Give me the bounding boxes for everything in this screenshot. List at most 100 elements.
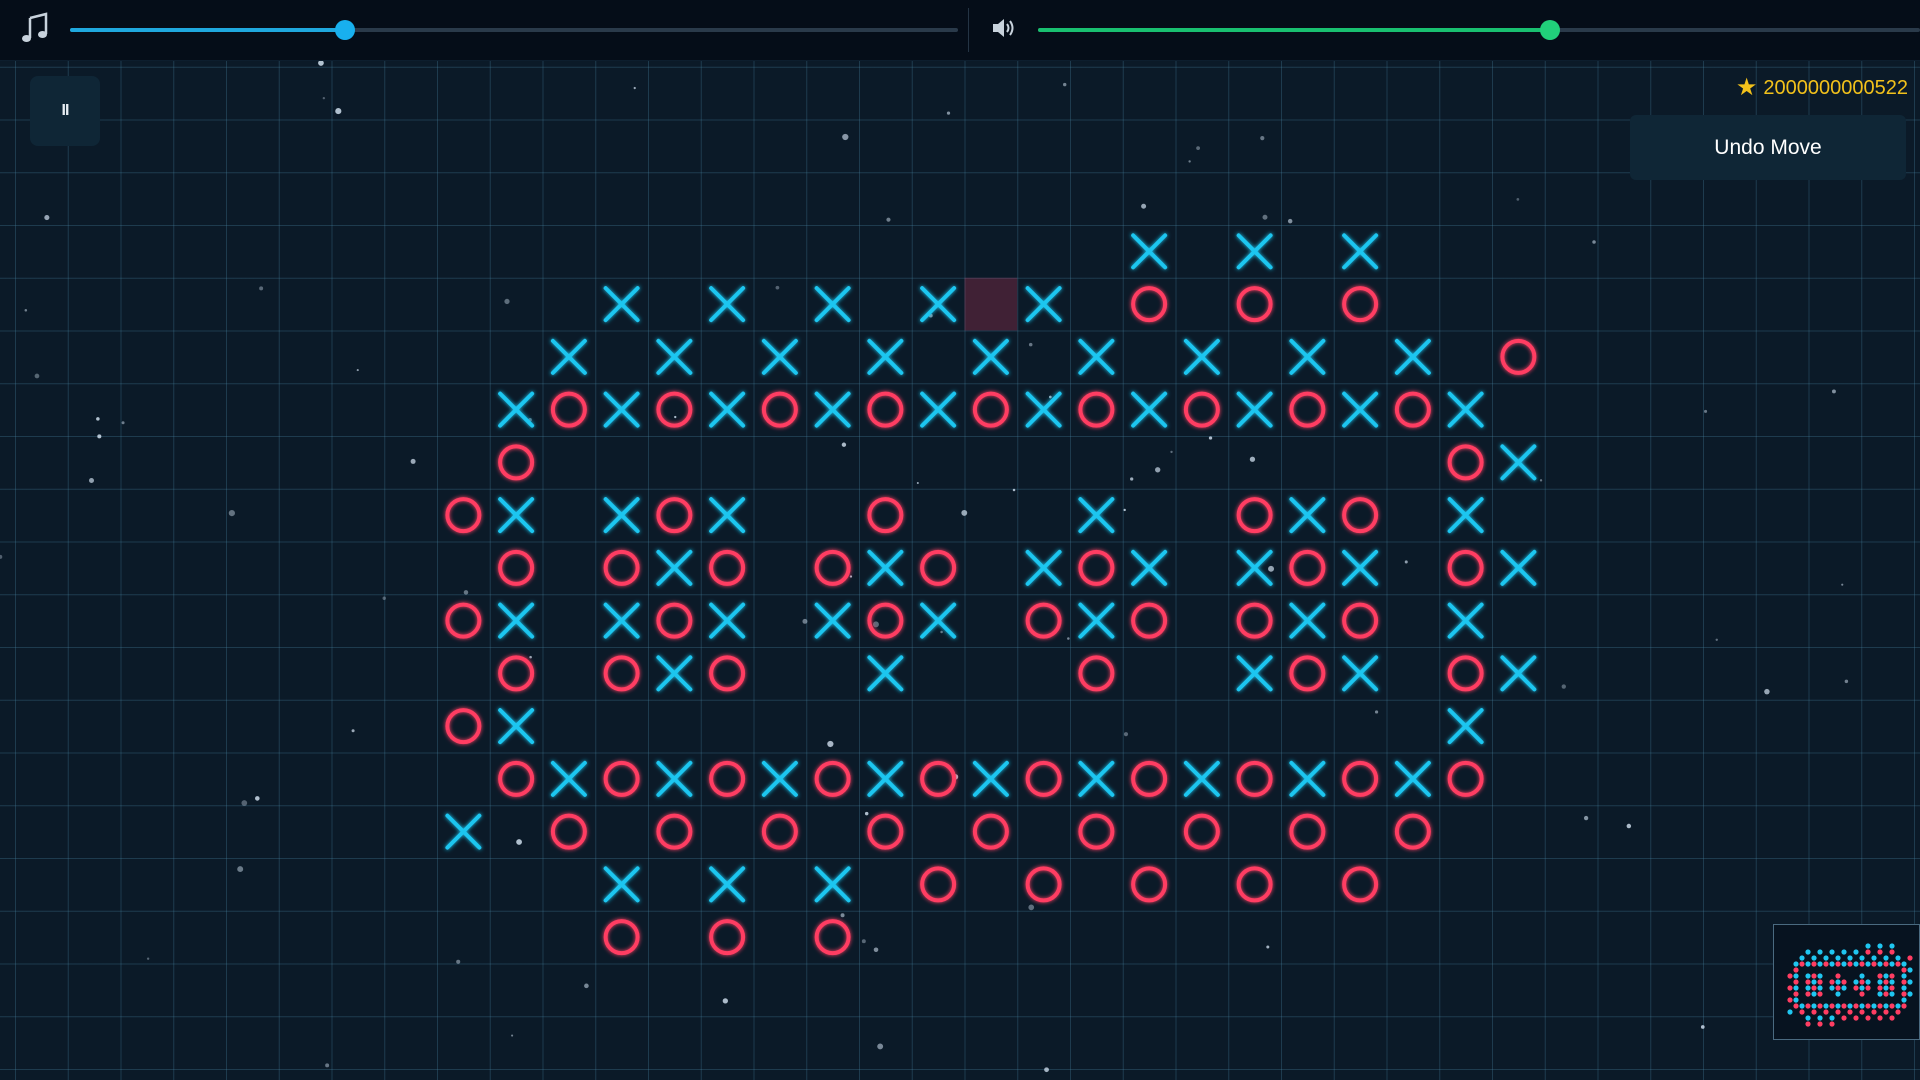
o-mark — [761, 813, 798, 850]
minimap-o-dot — [1865, 949, 1871, 955]
music-note-icon[interactable] — [20, 12, 50, 46]
x-mark — [867, 760, 904, 797]
x-mark — [603, 286, 640, 323]
minimap-o-dot — [1835, 1009, 1841, 1015]
minimap-x-dot — [1835, 979, 1841, 985]
o-mark — [867, 602, 904, 639]
minimap-o-dot — [1793, 1003, 1799, 1009]
o-mark — [603, 655, 640, 692]
minimap-o-dot — [1877, 973, 1883, 979]
minimap-x-dot — [1793, 973, 1799, 979]
minimap-o-dot — [1865, 985, 1871, 991]
pause-button[interactable]: II — [30, 76, 100, 146]
minimap-x-dot — [1829, 1015, 1835, 1021]
o-mark — [1078, 549, 1115, 586]
minimap-x-dot — [1883, 955, 1889, 961]
minimap-x-dot — [1793, 961, 1799, 967]
minimap-x-dot — [1829, 961, 1835, 967]
x-mark — [867, 655, 904, 692]
speaker-icon[interactable] — [990, 16, 1016, 40]
undo-move-button[interactable]: Undo Move — [1630, 115, 1906, 180]
minimap-o-dot — [1805, 979, 1811, 985]
minimap-x-dot — [1817, 973, 1823, 979]
minimap[interactable] — [1773, 924, 1920, 1040]
x-mark — [603, 866, 640, 903]
x-mark — [920, 391, 957, 428]
minimap-o-dot — [1865, 1015, 1871, 1021]
x-mark — [603, 497, 640, 534]
minimap-x-dot — [1841, 949, 1847, 955]
minimap-o-dot — [1799, 1009, 1805, 1015]
minimap-o-dot — [1901, 1003, 1907, 1009]
o-mark — [1447, 549, 1484, 586]
minimap-x-dot — [1901, 997, 1907, 1003]
o-mark — [1078, 655, 1115, 692]
x-mark — [709, 602, 746, 639]
x-mark — [709, 866, 746, 903]
minimap-x-dot — [1895, 955, 1901, 961]
minimap-x-dot — [1805, 1015, 1811, 1021]
minimap-o-dot — [1817, 979, 1823, 985]
o-mark — [1289, 549, 1326, 586]
minimap-x-dot — [1877, 961, 1883, 967]
o-mark — [1131, 760, 1168, 797]
minimap-x-dot — [1901, 973, 1907, 979]
o-mark — [498, 760, 535, 797]
o-mark — [1131, 866, 1168, 903]
minimap-o-dot — [1889, 1003, 1895, 1009]
o-mark — [920, 760, 957, 797]
o-mark — [814, 919, 851, 956]
x-mark — [550, 338, 587, 375]
minimap-o-dot — [1901, 991, 1907, 997]
x-mark — [1236, 233, 1273, 270]
last-move-highlight — [964, 277, 1018, 331]
music-volume-slider[interactable] — [70, 20, 958, 40]
minimap-x-dot — [1835, 991, 1841, 997]
x-mark — [1289, 602, 1326, 639]
minimap-x-dot — [1877, 943, 1883, 949]
sound-volume-slider[interactable] — [1038, 20, 1920, 40]
minimap-o-dot — [1859, 991, 1865, 997]
minimap-o-dot — [1793, 979, 1799, 985]
minimap-o-dot — [1823, 1009, 1829, 1015]
o-mark — [550, 391, 587, 428]
minimap-o-dot — [1805, 991, 1811, 997]
o-mark — [1342, 760, 1379, 797]
minimap-o-dot — [1793, 991, 1799, 997]
minimap-x-dot — [1811, 979, 1817, 985]
x-mark — [972, 338, 1009, 375]
sound-slider-thumb[interactable] — [1539, 20, 1560, 40]
minimap-x-dot — [1817, 961, 1823, 967]
minimap-x-dot — [1877, 979, 1883, 985]
toolbar-divider — [968, 8, 969, 52]
o-mark — [1500, 338, 1537, 375]
o-mark — [1289, 391, 1326, 428]
minimap-x-dot — [1865, 961, 1871, 967]
minimap-o-dot — [1829, 1003, 1835, 1009]
minimap-o-dot — [1811, 1009, 1817, 1015]
x-mark — [445, 813, 482, 850]
o-mark — [867, 497, 904, 534]
minimap-o-dot — [1817, 991, 1823, 997]
minimap-o-dot — [1841, 1015, 1847, 1021]
minimap-o-dot — [1889, 949, 1895, 955]
o-mark — [1447, 444, 1484, 481]
minimap-x-dot — [1805, 985, 1811, 991]
minimap-o-dot — [1853, 1003, 1859, 1009]
o-mark — [1025, 760, 1062, 797]
x-mark — [1394, 760, 1431, 797]
minimap-x-dot — [1853, 979, 1859, 985]
minimap-o-dot — [1787, 997, 1793, 1003]
minimap-x-dot — [1805, 961, 1811, 967]
o-mark — [445, 708, 482, 745]
music-slider-thumb[interactable] — [335, 20, 356, 40]
x-mark — [1289, 497, 1326, 534]
o-mark — [920, 866, 957, 903]
minimap-o-dot — [1901, 967, 1907, 973]
x-mark — [1500, 655, 1537, 692]
x-mark — [1078, 760, 1115, 797]
o-mark — [498, 444, 535, 481]
minimap-o-dot — [1859, 1009, 1865, 1015]
minimap-o-dot — [1883, 979, 1889, 985]
x-mark — [1131, 391, 1168, 428]
